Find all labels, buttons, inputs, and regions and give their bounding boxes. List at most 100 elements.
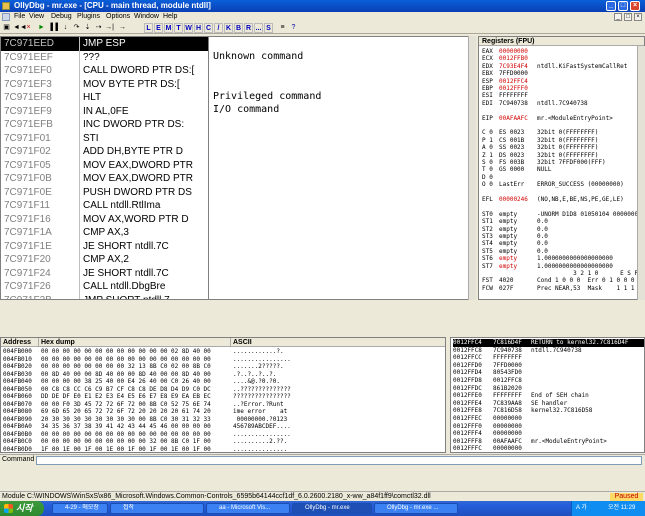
stack-pane[interactable]: 0012FFC4 7C816D4F RETURN to kernel32.7C816… (450, 337, 645, 453)
menu-options[interactable]: Options (106, 13, 130, 20)
trace-into-icon[interactable]: ⇣ (83, 23, 92, 33)
menu-window[interactable]: Window (134, 13, 159, 20)
address-column-divider[interactable] (79, 37, 80, 299)
disasm-address: 7C971F01 (4, 132, 51, 144)
register-line[interactable]: EDI 7C940738 ntdll.7C940738 (482, 100, 588, 108)
disasm-row[interactable]: 7C971F1A CMP AX,3 (1, 226, 208, 240)
execute-till-return-icon[interactable]: →| (105, 23, 114, 33)
call-stack-window-button[interactable]: K (224, 23, 233, 33)
taskbar-item-ollydbg-2[interactable]: OllyDbg - mr.exe ... (374, 503, 458, 514)
source-window-button[interactable]: S (264, 23, 273, 33)
disasm-row[interactable]: 7C971F24 JE SHORT ntdll.7C (1, 267, 208, 281)
disasm-address: 7C971F0B (4, 173, 52, 184)
patches-window-button[interactable]: / (214, 23, 223, 33)
mdi-restore-button[interactable]: □ (624, 13, 632, 21)
disasm-row[interactable]: 7C971F02 ADD DH,BYTE PTR D (1, 145, 208, 159)
register-line[interactable]: O 0 LastErr ERROR_SUCCESS (00000000) (482, 181, 624, 189)
memory-window-button[interactable]: M (164, 23, 173, 33)
stack-row[interactable]: 0012FFFC 00000000 (453, 445, 644, 452)
menu-plugins[interactable]: Plugins (77, 13, 100, 20)
mdi-system-icon[interactable] (2, 13, 10, 21)
windows-window-button[interactable]: W (184, 23, 193, 33)
menu-view[interactable]: View (29, 13, 44, 20)
disasm-instruction: CMP AX,3 (83, 227, 129, 238)
goto-icon[interactable]: → (118, 23, 127, 33)
disassembly-scrollbar[interactable] (468, 36, 476, 300)
disasm-row[interactable]: 7C971F01 STI (1, 132, 208, 146)
disasm-row[interactable]: 7C971F2B JMP SHORT ntdll.7 (1, 294, 208, 300)
registers-pane[interactable]: Registers (FPU) EAX 00000000 ECX 0012FFB0 ED… (478, 36, 645, 300)
taskbar-item-notepad[interactable]: 4-29 - 메모장 (52, 503, 108, 514)
mdi-minimize-button[interactable]: _ (614, 13, 622, 21)
threads-window-button[interactable]: T (174, 23, 183, 33)
stack-address: 0012FFC4 (453, 339, 482, 346)
register-value: 7C940738 (499, 99, 528, 107)
register-line[interactable]: ST7 empty 1.0000000000000000000 (482, 263, 613, 271)
disasm-row[interactable]: 7C971EED JMP ESP (1, 37, 208, 51)
disasm-row[interactable]: 7C971EF3 MOV BYTE PTR DS:[ (1, 78, 208, 92)
log-window-button[interactable]: L (144, 23, 153, 33)
register-name: ESI (482, 92, 493, 100)
disasm-row[interactable]: 7C971F26 CALL ntdll.DbgBre (1, 280, 208, 294)
cpu-window-button[interactable]: C (204, 23, 213, 33)
close-button[interactable]: × (630, 1, 640, 11)
handles-window-button[interactable]: H (194, 23, 203, 33)
step-over-icon[interactable]: ↷ (72, 23, 81, 33)
open-icon[interactable]: ▣ (2, 23, 11, 33)
ime-indicator[interactable]: A 가 (576, 501, 587, 516)
dump-row[interactable]: 004FB0D0 1F 00 1E 00 1F 00 1E 00 1F 00 1F… (3, 445, 443, 453)
restart-icon[interactable]: ◄◄ (13, 23, 27, 33)
disasm-row[interactable]: 7C971EEF??? (1, 51, 208, 65)
disasm-row[interactable]: 7C971F0E PUSH DWORD PTR DS (1, 186, 208, 200)
taskbar-item-visual-studio[interactable]: aa - Microsoft Vis... (206, 503, 290, 514)
trace-over-icon[interactable]: ⇢ (94, 23, 103, 33)
register-line[interactable]: EFL 00000246 (NO,NB,E,BE,NS,PE,GE,LE) (482, 196, 624, 204)
disassembly-list[interactable]: 7C971EED JMP ESP 7C971EEF??? 7C971EF0 CALL D… (1, 37, 208, 300)
disasm-row[interactable]: 7C971EF8 HLT (1, 91, 208, 105)
dump-ascii-header[interactable]: ASCII (231, 338, 445, 347)
register-value: GS 0000 (499, 166, 525, 174)
mdi-close-button[interactable]: × (634, 13, 642, 21)
disassembly-pane[interactable]: 7C971EED JMP ESP 7C971EEF??? 7C971EF0 CALL D… (0, 36, 476, 300)
disasm-row[interactable]: 7C971EF0 CALL DWORD PTR DS:[ (1, 64, 208, 78)
register-name: EAX (482, 48, 493, 55)
references-window-button[interactable]: R (244, 23, 253, 33)
disasm-row[interactable]: 7C971F20 CMP AX,2 (1, 253, 208, 267)
taskbar-item-ollydbg-1[interactable]: OllyDbg - mr.exe (292, 503, 372, 514)
disasm-row[interactable]: 7C971F16 MOV AX,WORD PTR D (1, 213, 208, 227)
breakpoints-window-button[interactable]: B (234, 23, 243, 33)
taskbar-item-folder[interactable]: 접착 (110, 503, 204, 514)
close-icon[interactable]: × (24, 23, 33, 33)
memory-dump-pane[interactable]: Address Hex dump ASCII 004FB000 00 00 00 … (0, 337, 446, 453)
disasm-instruction: HLT (83, 92, 102, 103)
list-icon[interactable]: ≡ (278, 23, 287, 33)
step-into-icon[interactable]: ↓ (61, 23, 70, 33)
dump-hex-header[interactable]: Hex dump (39, 338, 231, 347)
maximize-button[interactable]: □ (618, 1, 628, 11)
help-icon[interactable]: ? (289, 23, 298, 33)
command-input[interactable] (36, 456, 642, 465)
run-trace-window-button[interactable]: ... (254, 23, 263, 33)
disasm-row[interactable]: 7C971F1E JE SHORT ntdll.7C (1, 240, 208, 254)
dump-ascii: ............... (233, 445, 288, 453)
register-line[interactable]: EIP 00AFAAFC mr.<ModuleEntryPoint> (482, 115, 613, 123)
registers-scrollbar[interactable] (637, 46, 645, 300)
disasm-row[interactable]: 7C971EFB INC DWORD PTR DS: (1, 118, 208, 132)
ollydbg-app-icon[interactable] (2, 2, 10, 10)
register-line[interactable]: FCW 027F Prec NEAR,53 Mask 1 1 1 1 1 (482, 285, 642, 293)
disasm-row[interactable]: 7C971F0B MOV EAX,DWORD PTR (1, 172, 208, 186)
modules-window-button[interactable]: E (154, 23, 163, 33)
pause-icon[interactable]: ▐▐ (48, 23, 58, 33)
disasm-row[interactable]: 7C971F11 CALL ntdll.RtlIma (1, 199, 208, 213)
stack-address: 0012FFD4 (453, 369, 482, 377)
minimize-button[interactable]: _ (606, 1, 616, 11)
start-button[interactable]: 시작 (0, 501, 44, 516)
disasm-row[interactable]: 7C971F05 MOV EAX,DWORD PTR (1, 159, 208, 173)
registers-header[interactable]: Registers (FPU) (479, 37, 644, 46)
run-icon[interactable]: ► (37, 23, 46, 33)
menu-file[interactable]: File (14, 13, 25, 20)
disasm-row[interactable]: 7C971EF9 IN AL,0FE (1, 105, 208, 119)
menu-help[interactable]: Help (163, 13, 177, 20)
dump-address-header[interactable]: Address (1, 338, 39, 347)
menu-debug[interactable]: Debug (51, 13, 72, 20)
